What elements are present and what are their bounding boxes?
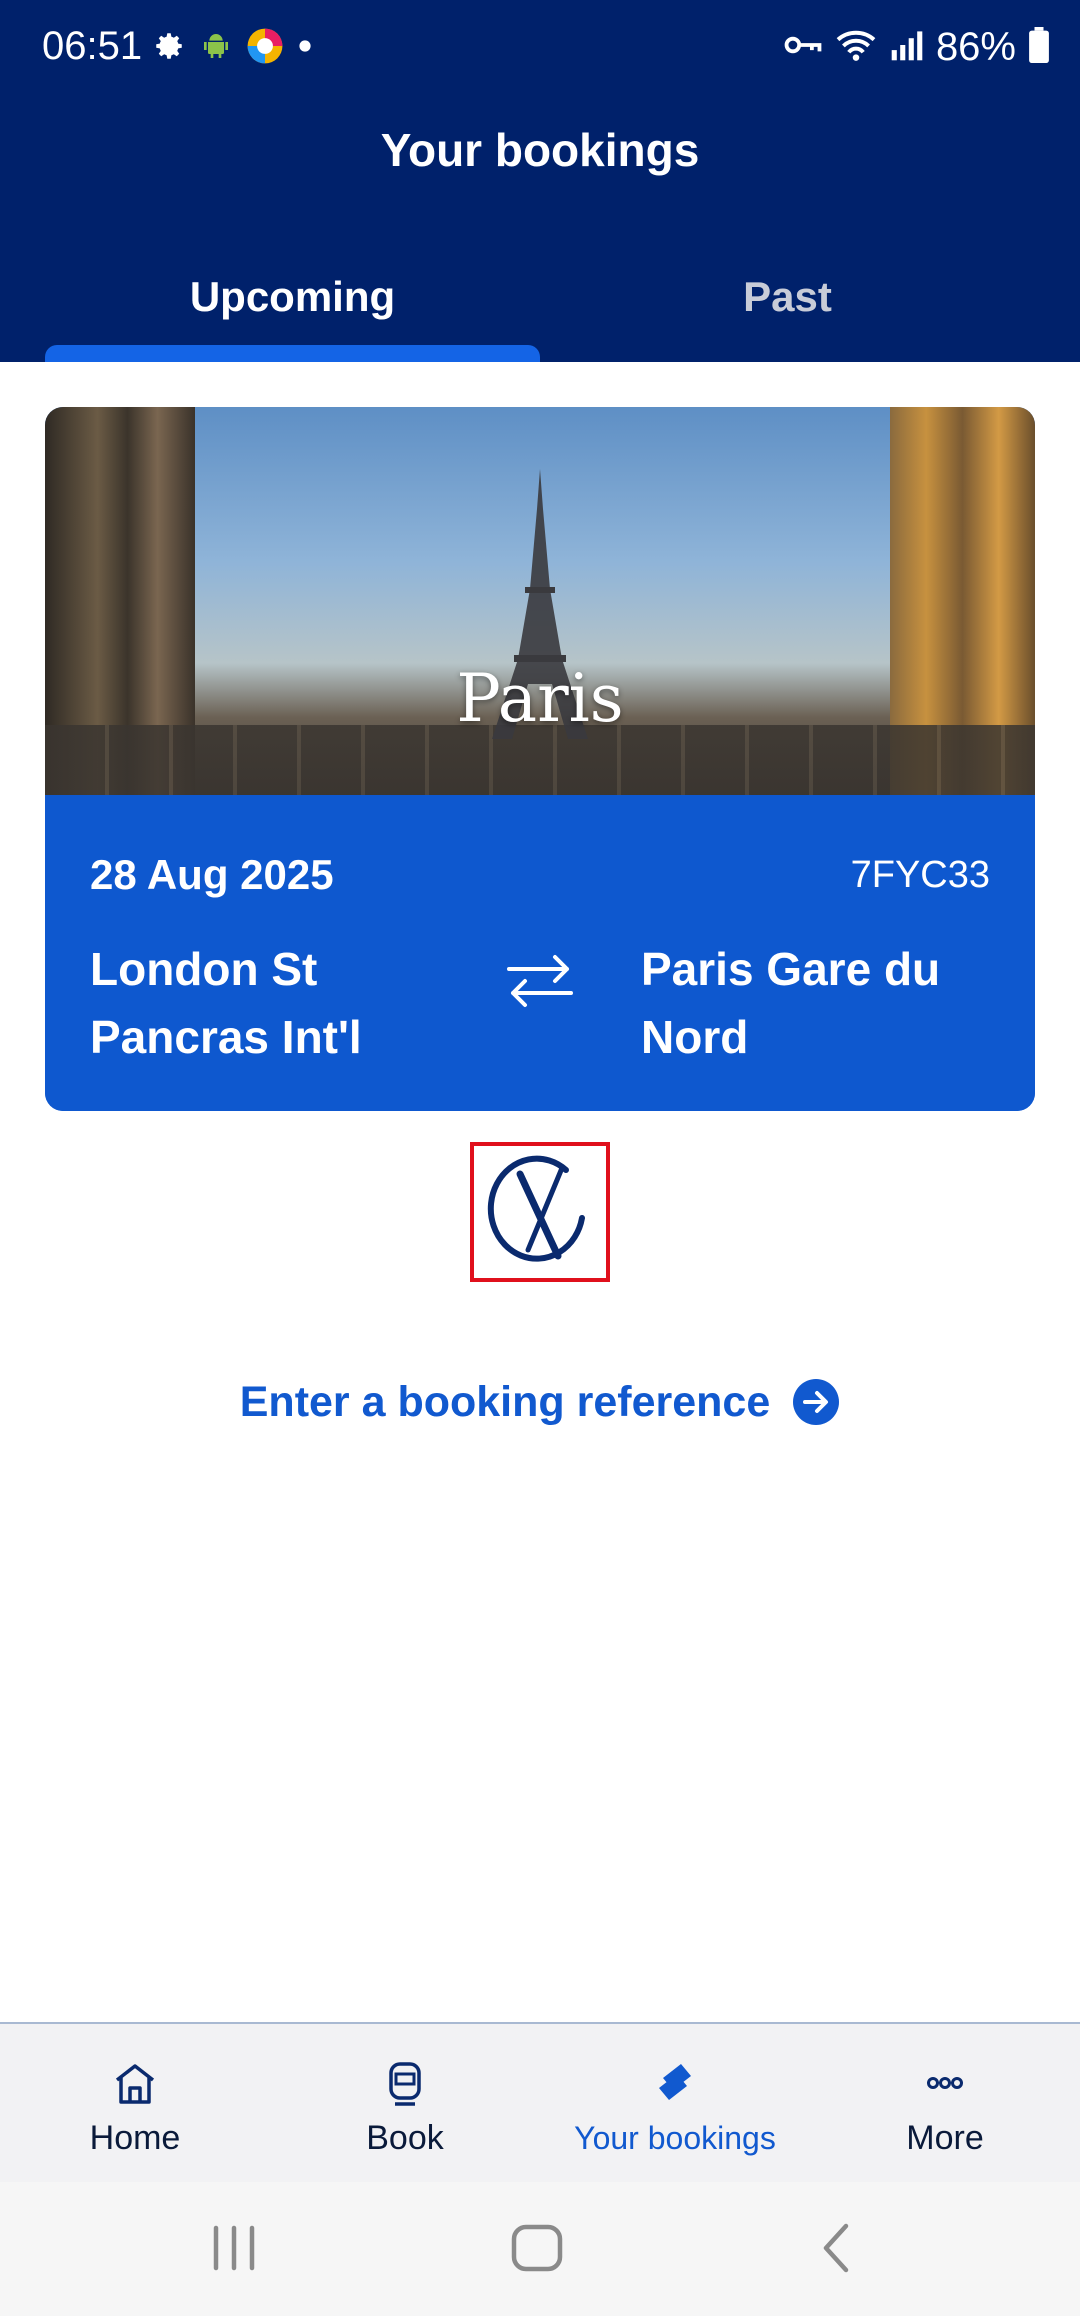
nav-item-book[interactable]: Book: [270, 2024, 540, 2184]
recent-apps-icon[interactable]: [206, 2216, 262, 2280]
battery-percent: 86%: [935, 25, 1016, 69]
nav-label-book: Book: [366, 2119, 444, 2157]
destination-station: Paris Gare du Nord: [641, 943, 941, 1063]
gear-icon: [152, 29, 186, 68]
nav-item-home[interactable]: Home: [0, 2024, 270, 2184]
arrow-right-circle-icon: [793, 1379, 840, 1425]
nav-label-home: Home: [89, 2119, 181, 2157]
nav-label-your-bookings: Your bookings: [574, 2120, 776, 2156]
status-icons-right: 86%: [784, 22, 1050, 72]
home-icon: [115, 2064, 155, 2104]
android-icon: [200, 29, 232, 68]
booking-reference: 7FYC33: [850, 854, 990, 896]
status-icons-left: [152, 26, 312, 70]
wifi-icon: [834, 27, 878, 68]
tab-upcoming[interactable]: Upcoming: [45, 262, 540, 332]
battery-icon: [1028, 26, 1050, 68]
home-button-icon[interactable]: [505, 2216, 569, 2280]
back-icon[interactable]: [810, 2216, 866, 2280]
enter-booking-reference-label: Enter a booking reference: [239, 1378, 771, 1426]
page-title: Your bookings: [380, 124, 700, 176]
bottom-nav: Home Book Your bookings More: [0, 2022, 1080, 2182]
nav-item-your-bookings[interactable]: Your bookings: [540, 2024, 810, 2184]
more-icon: [927, 2077, 963, 2089]
eurostar-logo-icon: [487, 1155, 585, 1262]
booking-info: 28 Aug 2025 7FYC33 London St Pancras Int…: [45, 795, 1035, 1111]
signal-icon: [890, 28, 924, 67]
destination-image: Paris: [45, 407, 1035, 795]
app-icon: [246, 27, 284, 70]
origin-station: London St Pancras Int'l: [90, 943, 362, 1063]
return-arrows-icon: [507, 955, 573, 1007]
status-bar: 06:51 86%: [0, 0, 1080, 92]
ticket-icon: [659, 2064, 691, 2100]
app-header: 06:51 86% Your bookings Upcoming Past: [0, 0, 1080, 362]
travel-date: 28 Aug 2025: [90, 851, 334, 898]
nav-item-more[interactable]: More: [810, 2024, 1080, 2184]
system-nav-bar: [0, 2182, 1080, 2316]
destination-city-label: Paris: [456, 660, 624, 737]
status-time: 06:51: [42, 24, 143, 68]
tab-past[interactable]: Past: [540, 262, 1035, 332]
tab-active-indicator: [45, 345, 540, 362]
dot-icon: [298, 39, 312, 58]
train-icon: [389, 2062, 421, 2106]
key-icon: [784, 30, 822, 65]
loading-logo: [470, 1142, 610, 1282]
booking-card[interactable]: Paris 28 Aug 2025 7FYC33 London St Pancr…: [45, 407, 1035, 1111]
nav-label-more: More: [906, 2119, 984, 2157]
enter-booking-reference-link[interactable]: Enter a booking reference: [0, 1370, 1080, 1434]
